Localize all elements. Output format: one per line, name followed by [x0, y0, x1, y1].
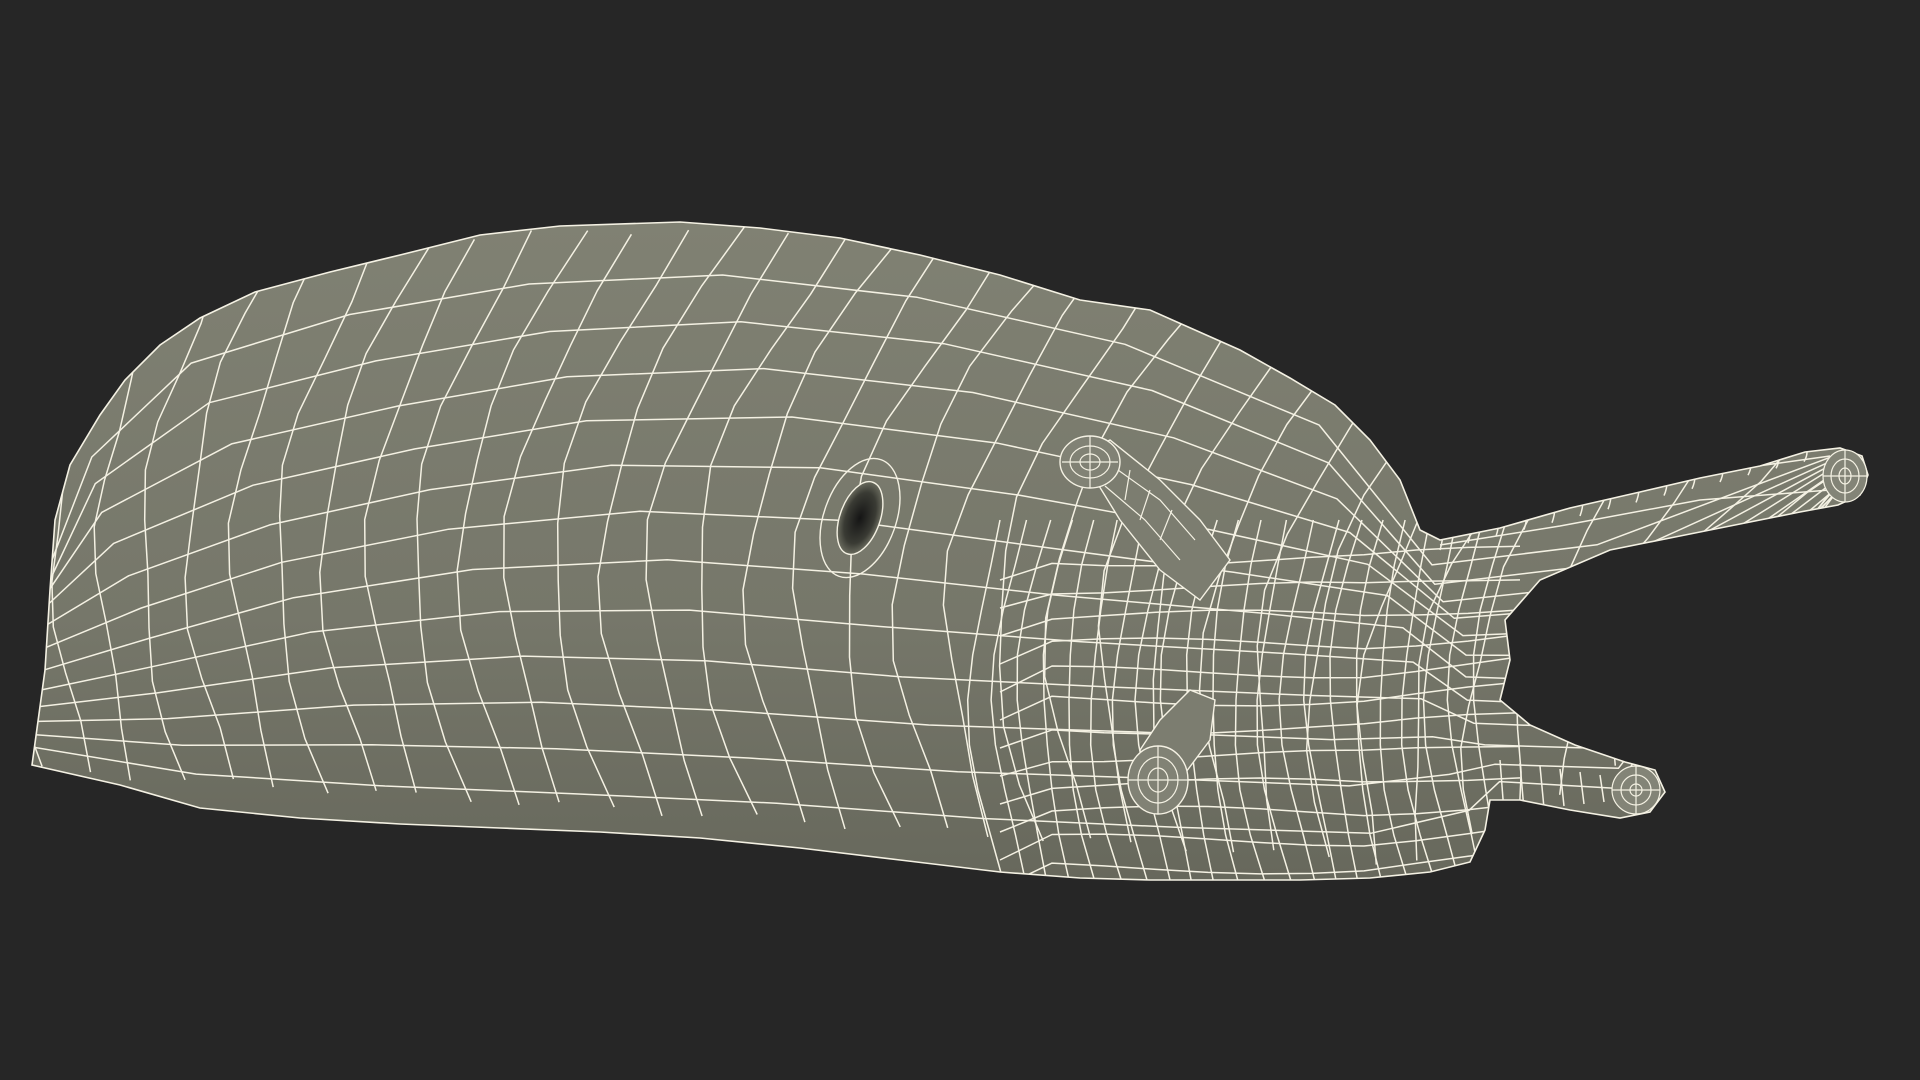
lower-right-tentacle-tip — [1611, 765, 1661, 815]
render-viewport — [0, 0, 1920, 1080]
right-tentacle-tip — [1822, 449, 1868, 503]
slug-wireframe-render — [31, 221, 1869, 881]
